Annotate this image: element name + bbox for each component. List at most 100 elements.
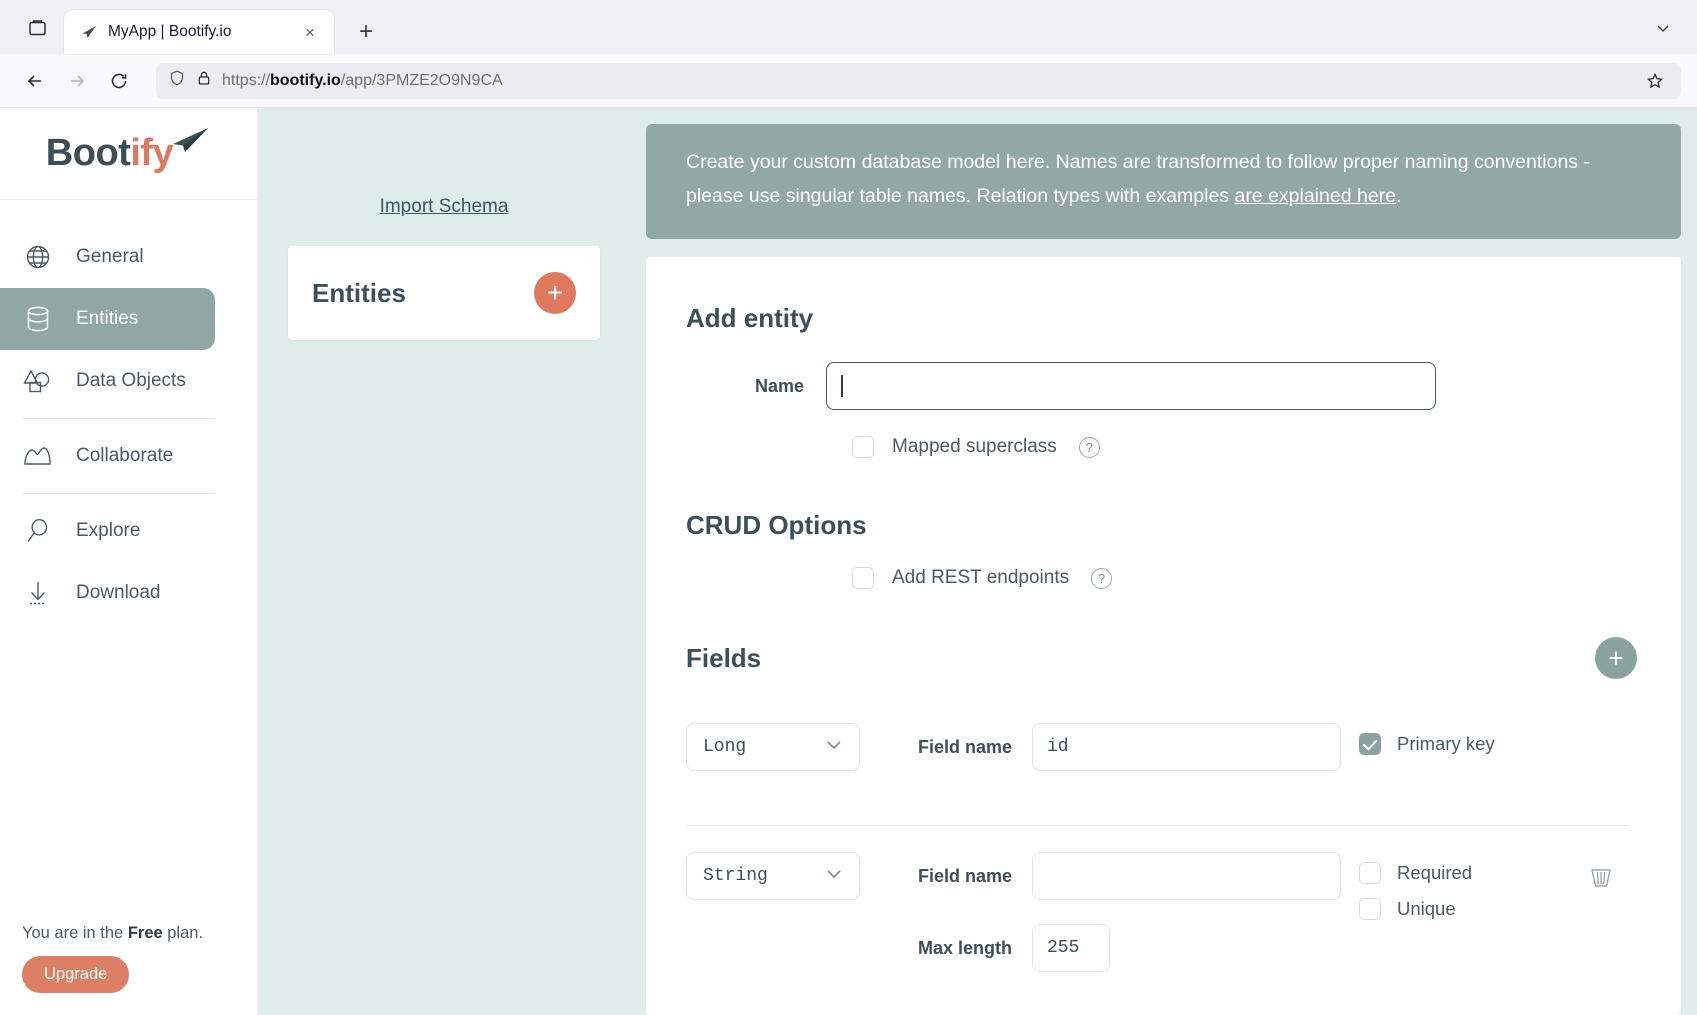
plan-prefix: You are in the	[22, 924, 128, 942]
field-name-label: Field name	[860, 866, 1032, 887]
paper-plane-icon	[80, 23, 98, 41]
entity-name-input[interactable]	[826, 362, 1436, 410]
shapes-icon	[22, 365, 54, 397]
field-type-select[interactable]: Long	[686, 723, 860, 771]
delete-field-cell[interactable]	[1573, 852, 1629, 897]
entities-card: Entities +	[288, 246, 600, 340]
download-arrow-icon	[22, 577, 54, 609]
navigation-toolbar: https://bootify.io/app/3PMZE2O9N9CA	[0, 54, 1697, 108]
people-icon	[22, 440, 54, 472]
unique-checkbox[interactable]	[1359, 898, 1381, 920]
mapped-superclass-checkbox[interactable]	[852, 436, 874, 458]
brand-logo[interactable]: Bootify	[0, 108, 257, 200]
help-icon[interactable]: ?	[1079, 437, 1100, 458]
url-text[interactable]: https://bootify.io/app/3PMZE2O9N9CA	[222, 72, 1631, 90]
field-type-select[interactable]: String	[686, 852, 860, 900]
url-path: /app/3PMZE2O9N9CA	[341, 72, 503, 89]
main-area: Create your custom database model here. …	[630, 108, 1697, 1015]
star-icon[interactable]	[1641, 67, 1669, 95]
help-icon[interactable]: ?	[1091, 568, 1112, 589]
sidebar-item-collaborate[interactable]: Collaborate	[0, 425, 215, 487]
section-gap	[686, 458, 1629, 510]
required-row: Required	[1359, 862, 1573, 884]
lock-icon[interactable]	[196, 70, 212, 91]
banner-text-after: .	[1396, 185, 1401, 207]
sidebar-divider	[22, 418, 215, 419]
sidebar-divider	[22, 493, 215, 494]
chevron-down-icon	[825, 868, 843, 885]
required-checkbox[interactable]	[1359, 862, 1381, 884]
add-rest-endpoints-checkbox[interactable]	[852, 567, 874, 589]
mapped-superclass-row: Mapped superclass ?	[686, 436, 1629, 458]
unique-row: Unique	[1359, 898, 1573, 920]
sidebar-item-label: Download	[76, 582, 161, 604]
back-arrow-icon[interactable]	[16, 62, 54, 100]
brand-text: Bootify	[46, 132, 173, 175]
field-name-input[interactable]	[1032, 852, 1341, 900]
field-name-label: Field name	[860, 737, 1032, 758]
field-type-value: Long	[703, 737, 746, 757]
required-label: Required	[1397, 862, 1472, 884]
max-length-line: Max length 255	[860, 924, 1341, 972]
max-length-label: Max length	[860, 938, 1032, 959]
plan-status: You are in the Free plan.	[22, 924, 257, 943]
banner-text-before: Create your custom database model here. …	[686, 151, 1590, 207]
address-bar[interactable]: https://bootify.io/app/3PMZE2O9N9CA	[156, 63, 1681, 99]
page-content: Bootify	[0, 108, 1697, 1015]
field-name-line: Field name	[860, 852, 1341, 900]
tab-strip: MyApp | Bootify.io × +	[0, 0, 1697, 54]
sidebar-item-data-objects[interactable]: Data Objects	[0, 350, 215, 412]
field-main: Field name Max length 255	[860, 852, 1341, 972]
text-caret	[841, 375, 843, 397]
import-schema-link[interactable]: Import Schema	[380, 196, 509, 218]
trash-icon[interactable]	[1587, 864, 1615, 897]
fields-heading: Fields	[686, 643, 761, 674]
sidebar-item-download[interactable]: Download	[0, 562, 215, 624]
sidebar-item-entities[interactable]: Entities	[0, 288, 215, 350]
close-icon[interactable]: ×	[298, 20, 322, 44]
field-row: String Field name Max length 255	[686, 825, 1629, 998]
fields-header: Fields +	[686, 637, 1629, 679]
database-icon	[22, 303, 54, 335]
upgrade-button[interactable]: Upgrade	[22, 956, 129, 993]
app-sidebar: Bootify	[0, 108, 258, 1015]
unique-label: Unique	[1397, 898, 1456, 920]
sidebar-item-label: Collaborate	[76, 445, 173, 467]
primary-key-row: Primary key	[1359, 733, 1573, 755]
primary-key-checkbox[interactable]	[1359, 733, 1381, 755]
globe-icon	[22, 241, 54, 273]
banner-link[interactable]: are explained here	[1234, 185, 1396, 207]
field-options: Required Unique	[1341, 852, 1573, 920]
browser-tab[interactable]: MyApp | Bootify.io ×	[64, 10, 334, 54]
shield-icon[interactable]	[168, 69, 186, 92]
reload-icon[interactable]	[100, 62, 138, 100]
field-name-line: Field name id	[860, 723, 1341, 771]
sidebar-footer: You are in the Free plan. Upgrade	[0, 924, 257, 1015]
add-field-button[interactable]: +	[1595, 637, 1637, 679]
entity-name-label: Name	[686, 376, 826, 397]
sidebar-item-label: Data Objects	[76, 370, 186, 392]
chevron-down-icon[interactable]	[1643, 8, 1683, 48]
sidebar-item-label: General	[76, 246, 144, 268]
sidebar-item-label: Explore	[76, 520, 140, 542]
forward-arrow-icon	[58, 62, 96, 100]
field-row: Long Field name id	[686, 697, 1629, 797]
sidebar-item-explore[interactable]: Explore	[0, 500, 215, 562]
entity-form-card: Add entity Name Mapped superclass ? CRUD…	[646, 257, 1681, 1015]
browser-window: MyApp | Bootify.io × +	[0, 0, 1697, 1015]
url-host: bootify.io	[270, 72, 341, 89]
add-entity-button[interactable]: +	[534, 272, 576, 314]
mapped-superclass-label: Mapped superclass	[892, 436, 1057, 458]
sidebar-item-label: Entities	[76, 308, 138, 330]
brand-part-1: Boot	[46, 132, 131, 174]
field-options: Primary key	[1341, 723, 1573, 755]
crud-options-heading: CRUD Options	[686, 510, 1629, 541]
field-name-input[interactable]: id	[1032, 723, 1341, 771]
tab-list-icon[interactable]	[18, 8, 56, 46]
new-tab-button[interactable]: +	[348, 14, 384, 50]
max-length-input[interactable]: 255	[1032, 924, 1110, 972]
plan-name: Free	[128, 924, 163, 942]
entity-name-row: Name	[686, 362, 1629, 410]
sidebar-item-general[interactable]: General	[0, 226, 215, 288]
url-scheme: https://	[222, 72, 270, 89]
